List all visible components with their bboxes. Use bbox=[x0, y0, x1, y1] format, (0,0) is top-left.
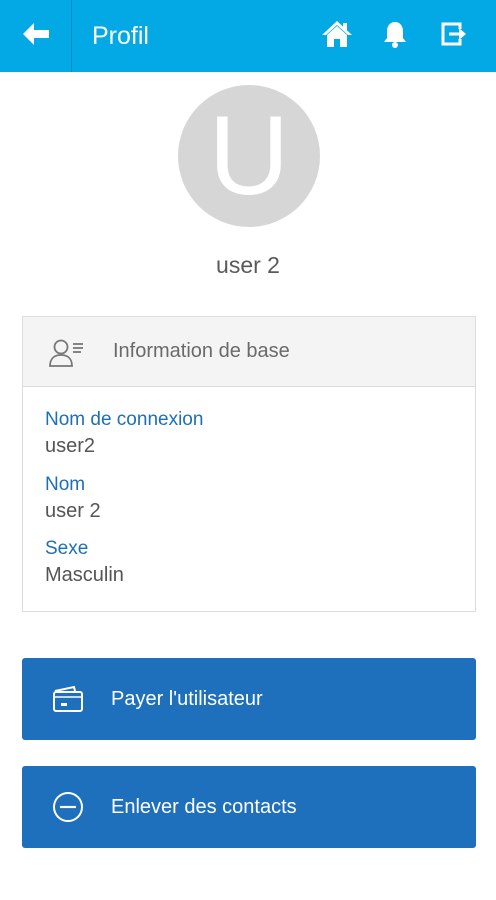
basic-info-card: Information de base Nom de connexion use… bbox=[22, 316, 476, 612]
page-title: Profil bbox=[92, 21, 149, 50]
login-name-field: Nom de connexion user2 bbox=[45, 409, 203, 458]
field-label: Nom bbox=[45, 474, 86, 495]
top-app-bar: Profil bbox=[0, 0, 496, 72]
avatar: U bbox=[178, 85, 320, 227]
wallet-icon bbox=[50, 685, 86, 713]
card-title: Information de base bbox=[113, 340, 290, 362]
header-actions bbox=[308, 0, 482, 72]
field-value: user 2 bbox=[45, 500, 101, 522]
field-value: Masculin bbox=[45, 564, 124, 586]
gender-field: Sexe Masculin bbox=[45, 538, 124, 587]
back-arrow-icon bbox=[22, 22, 49, 50]
field-value: user2 bbox=[45, 435, 96, 457]
back-button[interactable] bbox=[0, 0, 72, 72]
bell-icon bbox=[382, 20, 408, 53]
pay-user-button[interactable]: Payer l'utilisateur bbox=[22, 658, 476, 740]
name-field: Nom user 2 bbox=[45, 474, 101, 523]
home-icon bbox=[321, 20, 353, 53]
logout-icon bbox=[440, 21, 466, 52]
remove-contact-button[interactable]: Enlever des contacts bbox=[22, 766, 476, 848]
home-button[interactable] bbox=[308, 0, 366, 72]
avatar-letter: U bbox=[208, 93, 290, 218]
field-label: Nom de connexion bbox=[45, 409, 204, 430]
logout-button[interactable] bbox=[424, 0, 482, 72]
card-header: Information de base bbox=[23, 317, 475, 387]
remove-contact-label: Enlever des contacts bbox=[111, 795, 297, 818]
contact-card-icon bbox=[47, 336, 93, 368]
pay-user-label: Payer l'utilisateur bbox=[111, 687, 263, 710]
notifications-button[interactable] bbox=[366, 0, 424, 72]
minus-circle-icon bbox=[50, 791, 86, 823]
username: user 2 bbox=[216, 252, 280, 278]
field-label: Sexe bbox=[45, 538, 89, 559]
